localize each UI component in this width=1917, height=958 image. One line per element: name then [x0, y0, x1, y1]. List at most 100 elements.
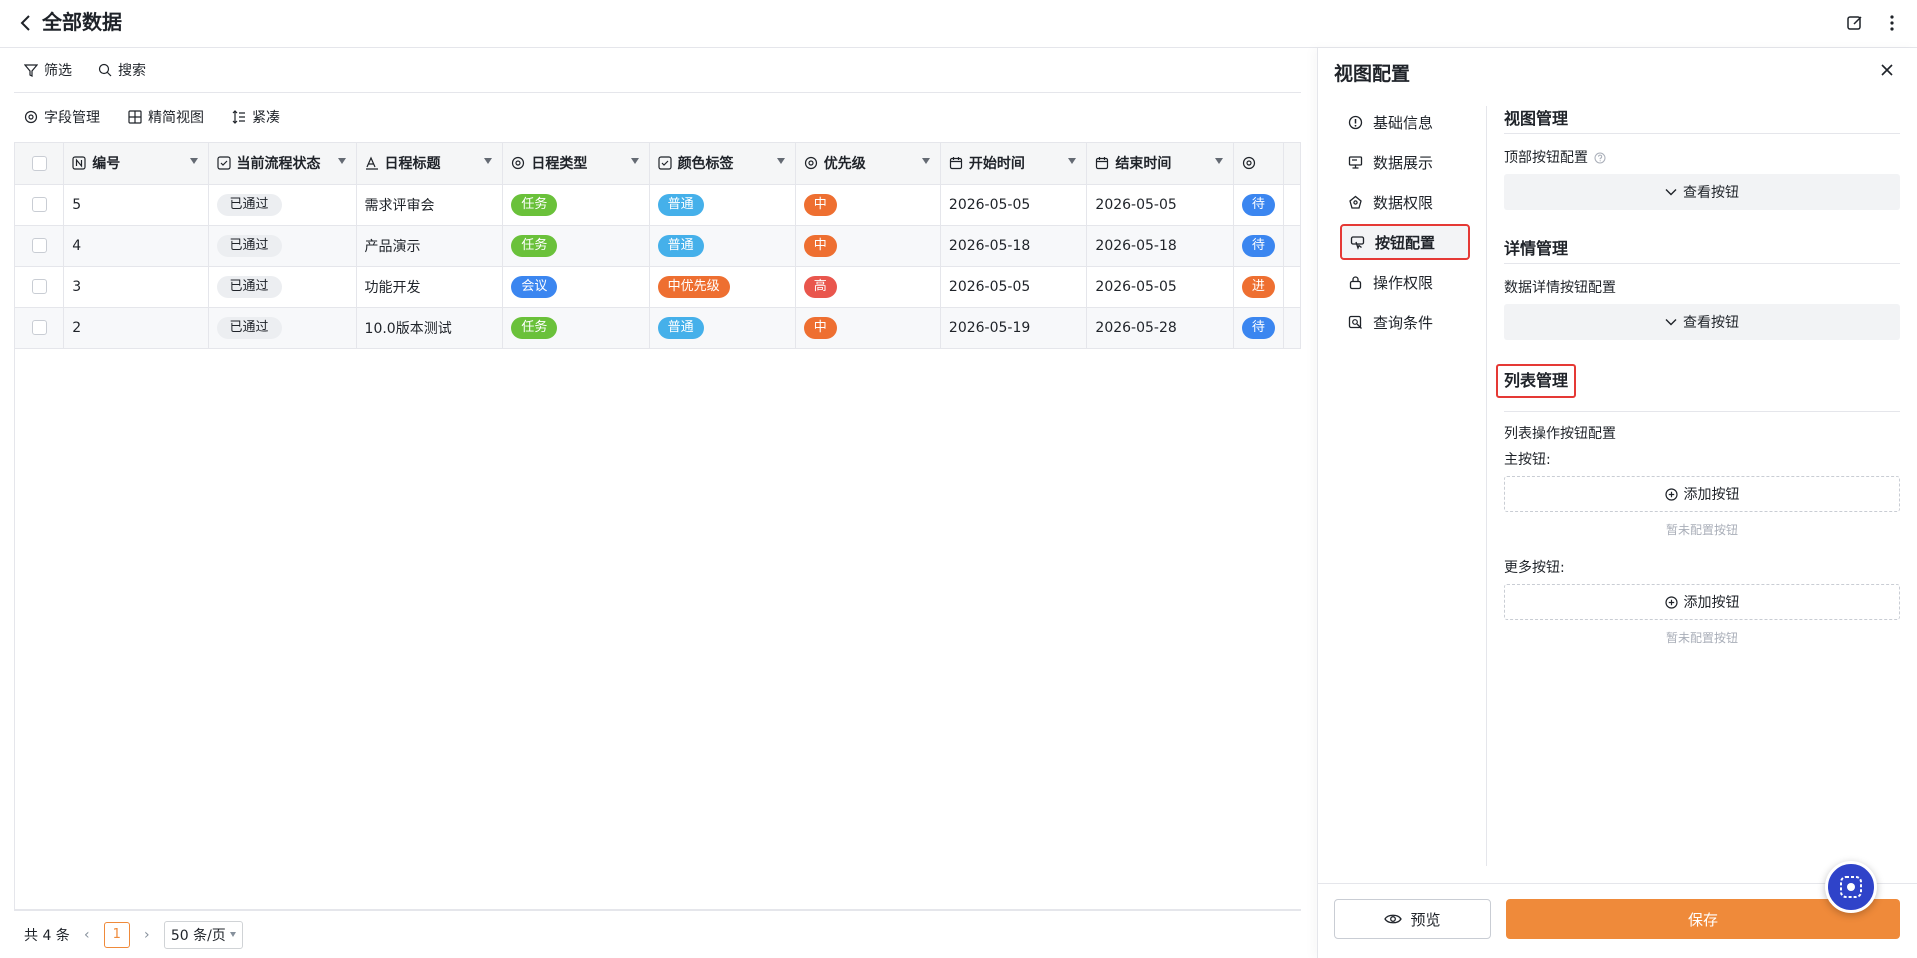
permission-icon [1349, 195, 1362, 209]
priority-cell: 高 [795, 266, 941, 308]
more-vertical-icon[interactable] [1880, 11, 1904, 35]
next-page-icon[interactable]: › [140, 927, 154, 943]
pagination: 共 4 条 ‹ 1 › 50 条/页 [14, 910, 1301, 958]
prev-page-icon[interactable]: ‹ [80, 927, 94, 943]
add-more-button[interactable]: 添加按钮 [1504, 584, 1900, 620]
page-title: 全部数据 [42, 10, 122, 34]
extra-badge: 待 [1241, 234, 1275, 257]
grid-icon [128, 109, 142, 124]
color-tag-badge: 普通 [657, 316, 704, 339]
column-header[interactable]: 日程类型 [502, 143, 650, 185]
column-header[interactable]: 开始时间 [940, 143, 1088, 185]
sort-caret-icon[interactable] [189, 158, 198, 165]
column-header[interactable]: 编号 [63, 143, 209, 185]
button-config-content: 视图管理 顶部按钮配置 查看按钮 详情管理 数据详情按钮配置 查看按钮 列表管理… [1496, 104, 1900, 666]
view-detail-buttons-button[interactable]: 查看按钮 [1504, 304, 1900, 340]
start-time-cell: 2026-05-18 [940, 225, 1088, 267]
preview-button[interactable]: 预览 [1334, 899, 1491, 939]
plus-circle-icon [1664, 595, 1678, 609]
section-title-list: 列表管理 [1496, 364, 1577, 398]
priority-cell: 中 [795, 225, 941, 267]
id-cell: 3 [63, 266, 209, 308]
column-header[interactable]: 结束时间 [1086, 143, 1234, 185]
select-all-checkbox[interactable] [31, 155, 47, 171]
nav-item-data-permission[interactable]: 数据权限 [1340, 184, 1470, 220]
nav-item-basic-info[interactable]: 基础信息 [1340, 104, 1470, 140]
edit-icon[interactable] [1843, 11, 1867, 35]
simple-view-button[interactable]: 精简视图 [128, 107, 204, 127]
table-row[interactable]: 2 已通过 10.0版本测试 任务 普通 中 2026-05-19 2026-0… [15, 307, 1301, 349]
color-tag-badge: 普通 [657, 234, 704, 257]
table-row[interactable]: 4 已通过 产品演示 任务 普通 中 2026-05-18 2026-05-18… [15, 225, 1301, 267]
add-main-button[interactable]: 添加按钮 [1504, 476, 1900, 512]
view-top-buttons-button[interactable]: 查看按钮 [1504, 174, 1900, 210]
field-manage-button[interactable]: 字段管理 [24, 107, 100, 127]
sort-caret-icon[interactable] [484, 158, 493, 165]
page-size-select[interactable]: 50 条/页 [163, 920, 243, 949]
row-checkbox[interactable] [31, 238, 47, 253]
info-icon [1348, 115, 1363, 129]
extra-cell: 进 [1233, 266, 1285, 308]
type-cell: 任务 [502, 225, 650, 267]
sort-caret-icon[interactable] [1214, 158, 1223, 165]
nav-item-data-display[interactable]: 数据展示 [1340, 144, 1470, 180]
column-header-partial[interactable] [1233, 143, 1285, 185]
column-header[interactable]: 颜色标签 [649, 143, 796, 185]
view-toolbar: 字段管理 精简视图 紧凑 [14, 93, 1301, 140]
text-field-icon [365, 156, 378, 170]
row-select-cell[interactable] [15, 307, 65, 349]
nav-item-label: 数据展示 [1373, 153, 1434, 172]
nav-item-operation-permission[interactable]: 操作权限 [1340, 264, 1470, 300]
row-select-cell[interactable] [15, 184, 65, 226]
nav-item-label: 查询条件 [1373, 313, 1434, 332]
start-time-cell: 2026-05-05 [940, 184, 1088, 226]
view-config-drawer: 视图配置 基础信息 数据展示 数据权限 按钮配置 操作权限 查询条件 视图管理 … [1317, 48, 1917, 958]
close-icon[interactable] [1878, 61, 1896, 79]
back-arrow-icon[interactable] [14, 11, 38, 35]
row-select-cell[interactable] [15, 266, 65, 308]
search-button[interactable]: 搜索 [98, 60, 146, 80]
sort-caret-icon[interactable] [337, 158, 346, 165]
preview-label: 预览 [1410, 910, 1441, 929]
priority-badge: 中 [803, 193, 837, 216]
assistant-bot-icon[interactable] [1825, 861, 1877, 913]
calendar-field-icon [1096, 157, 1109, 170]
sort-caret-icon[interactable] [776, 158, 785, 165]
column-header[interactable]: 优先级 [795, 143, 941, 185]
table-row[interactable]: 5 已通过 需求评审会 任务 普通 中 2026-05-05 2026-05-0… [15, 184, 1301, 226]
column-header[interactable]: 日程标题 [356, 143, 504, 185]
search-label: 搜索 [118, 63, 146, 79]
sort-caret-icon[interactable] [1068, 158, 1077, 165]
row-checkbox[interactable] [31, 279, 47, 294]
nav-item-query-condition[interactable]: 查询条件 [1340, 304, 1470, 340]
sort-caret-icon[interactable] [630, 158, 639, 165]
id-cell: 5 [63, 184, 209, 226]
type-badge: 任务 [511, 316, 558, 339]
page-size-label: 50 条/页 [170, 927, 226, 944]
checkbox-field-icon [216, 156, 231, 170]
presentation-icon [1348, 155, 1363, 169]
color-tag-cell: 普通 [649, 184, 796, 226]
compact-button[interactable]: 紧凑 [232, 107, 280, 127]
sort-caret-icon[interactable] [921, 158, 930, 165]
nav-item-button-config[interactable]: 按钮配置 [1340, 224, 1470, 260]
plus-circle-icon [1664, 487, 1678, 501]
column-header[interactable]: 当前流程状态 [208, 143, 357, 185]
table-row[interactable]: 3 已通过 功能开发 会议 中优先级 高 2026-05-05 2026-05-… [15, 266, 1301, 308]
row-checkbox[interactable] [31, 197, 47, 212]
nav-item-label: 按钮配置 [1375, 233, 1436, 252]
row-select-cell[interactable] [15, 225, 65, 267]
page-number-button[interactable]: 1 [103, 921, 130, 948]
filter-button[interactable]: 筛选 [24, 60, 72, 80]
row-checkbox[interactable] [31, 320, 47, 335]
main-buttons-empty: 暂未配置按钮 [1665, 523, 1738, 537]
color-tag-cell: 普通 [649, 225, 796, 267]
detail-button-config-label: 数据详情按钮配置 [1504, 280, 1616, 296]
column-header-label: 当前流程状态 [236, 156, 321, 173]
field-manage-label: 字段管理 [44, 109, 100, 126]
chevron-down-icon [1665, 319, 1677, 326]
select-all-cell[interactable] [15, 143, 65, 185]
title-cell: 产品演示 [356, 225, 504, 267]
help-icon[interactable] [1594, 152, 1606, 164]
data-view-panel: 筛选 搜索 字段管理 精简视图 紧凑 编号 当前流程状态 日程标题 日程类型 颜… [0, 48, 1318, 958]
